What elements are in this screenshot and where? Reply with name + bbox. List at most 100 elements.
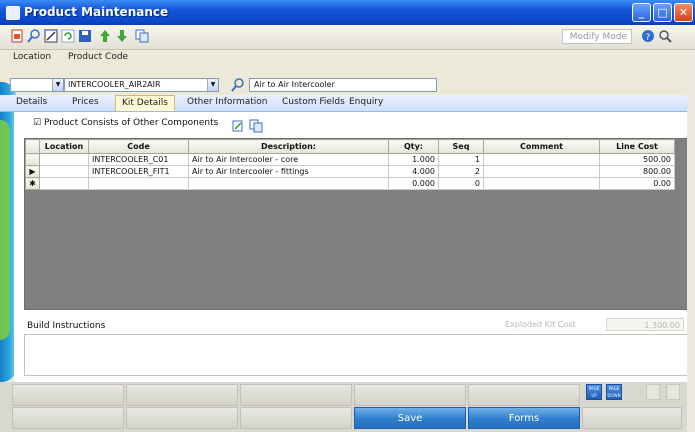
function-key-5[interactable]	[468, 384, 580, 406]
column-header[interactable]: Line Cost	[599, 139, 675, 154]
down-arrow-icon[interactable]	[115, 29, 129, 43]
up-arrow-icon[interactable]	[98, 29, 112, 43]
column-header[interactable]: Seq	[438, 139, 484, 154]
description-cell[interactable]: Air to Air Intercooler - fittings	[188, 165, 389, 178]
qty-cell[interactable]: 0.000	[388, 177, 439, 190]
save-icon[interactable]	[78, 29, 92, 43]
comment-cell[interactable]	[483, 177, 600, 190]
function-key-6[interactable]	[12, 407, 124, 429]
exploded-kit-cost-label: Exploded Kit Cost	[505, 320, 576, 329]
side-decoration-green	[0, 120, 10, 340]
line-cost-cell[interactable]: 800.00	[599, 165, 675, 178]
tab-bar: Details Prices Kit Details Other Informa…	[0, 95, 695, 112]
location-label: Location	[13, 52, 52, 62]
product-code-value: INTERCOOLER_AIR2AIR	[68, 80, 161, 89]
function-key-2[interactable]	[126, 384, 238, 406]
lookup-icon[interactable]	[231, 78, 245, 92]
tab-details[interactable]: Details	[16, 97, 47, 107]
tab-custom-fields[interactable]: Custom Fields	[282, 97, 345, 107]
page-up-button[interactable]: PAGE UP	[586, 384, 602, 400]
description-field[interactable]: Air to Air Intercooler	[249, 78, 437, 92]
column-header[interactable]: Description:	[188, 139, 389, 154]
title-bar: Product Maintenance _ □ ✕	[0, 0, 695, 25]
code-cell[interactable]: INTERCOOLER_C01	[88, 153, 189, 166]
app-icon	[6, 6, 20, 20]
row-selector[interactable]	[25, 153, 40, 166]
save-button[interactable]: Save	[354, 407, 466, 429]
chevron-down-icon[interactable]: ▼	[52, 79, 63, 91]
function-key-3[interactable]	[240, 384, 352, 406]
function-key-1[interactable]	[12, 384, 124, 406]
page-down-button[interactable]: PAGE DOWN	[606, 384, 622, 400]
code-cell[interactable]: INTERCOOLER_FIT1	[88, 165, 189, 178]
kit-checkbox-row[interactable]: ☑ Product Consists of Other Components	[33, 118, 218, 128]
comment-cell[interactable]	[483, 153, 600, 166]
previous-button[interactable]	[646, 384, 660, 400]
function-key-11[interactable]	[582, 407, 682, 429]
next-button[interactable]	[666, 384, 680, 400]
tab-kit-details[interactable]: Kit Details	[115, 95, 175, 111]
search-icon[interactable]	[27, 29, 41, 43]
help-icon[interactable]: ?	[641, 29, 655, 43]
tab-enquiry[interactable]: Enquiry	[349, 97, 383, 107]
save-button-label: Save	[397, 413, 423, 424]
exploded-kit-cost-value: 1,300.00	[606, 318, 684, 331]
code-cell[interactable]	[88, 177, 189, 190]
kit-components-grid: Location Code Description: Qty: Seq Comm…	[24, 138, 688, 310]
function-key-8[interactable]	[240, 407, 352, 429]
column-header[interactable]: Location	[39, 139, 89, 154]
build-instructions-label: Build Instructions	[27, 321, 106, 331]
line-cost-cell[interactable]: 0.00	[599, 177, 675, 190]
column-header[interactable]: Code	[88, 139, 189, 154]
seq-cell[interactable]: 1	[438, 153, 484, 166]
table-row[interactable]: ▶ INTERCOOLER_FIT1 Air to Air Intercoole…	[25, 165, 675, 178]
product-code-label: Product Code	[68, 52, 129, 62]
svg-text:?: ?	[646, 33, 651, 43]
column-header[interactable]: Comment	[483, 139, 600, 154]
line-cost-cell[interactable]: 500.00	[599, 153, 675, 166]
column-header[interactable]: Qty:	[388, 139, 439, 154]
add-component-icon[interactable]	[231, 119, 245, 133]
maximize-button[interactable]: □	[653, 3, 672, 22]
table-row-new[interactable]: ✱ 0.000 0 0.00	[25, 177, 675, 190]
kit-checkbox-label: Product Consists of Other Components	[43, 118, 219, 128]
function-key-7[interactable]	[126, 407, 238, 429]
row-selector[interactable]: ▶	[25, 165, 40, 178]
minimize-button[interactable]: _	[632, 3, 651, 22]
refresh-icon[interactable]	[61, 29, 75, 43]
mode-indicator: Modify Mode	[562, 29, 632, 44]
tab-other-information[interactable]: Other Information	[187, 97, 268, 107]
qty-cell[interactable]: 4.000	[388, 165, 439, 178]
product-maintenance-window: Product Maintenance _ □ ✕ Modify Mode ? …	[0, 0, 695, 432]
vertical-scrollbar[interactable]	[687, 50, 695, 432]
new-icon[interactable]	[10, 29, 24, 43]
row-selector[interactable]: ✱	[25, 177, 40, 190]
table-row[interactable]: INTERCOOLER_C01 Air to Air Intercooler -…	[25, 153, 675, 166]
toolbar: Modify Mode ?	[0, 25, 695, 50]
description-cell[interactable]	[188, 177, 389, 190]
forms-button[interactable]: Forms	[468, 407, 580, 429]
description-cell[interactable]: Air to Air Intercooler - core	[188, 153, 389, 166]
location-combo[interactable]: ▼	[10, 78, 64, 92]
location-cell[interactable]	[39, 153, 89, 166]
forms-button-label: Forms	[508, 413, 540, 424]
location-cell[interactable]	[39, 177, 89, 190]
location-cell[interactable]	[39, 165, 89, 178]
function-key-4[interactable]	[354, 384, 466, 406]
product-code-combo[interactable]: INTERCOOLER_AIR2AIR ▼	[64, 78, 219, 92]
build-instructions-field[interactable]	[24, 334, 688, 376]
seq-cell[interactable]: 2	[438, 165, 484, 178]
seq-cell[interactable]: 0	[438, 177, 484, 190]
kit-table: Location Code Description: Qty: Seq Comm…	[25, 139, 675, 190]
copy-icon[interactable]	[135, 29, 149, 43]
close-button[interactable]: ✕	[674, 3, 693, 22]
find-icon[interactable]	[658, 29, 672, 43]
qty-cell[interactable]: 1.000	[388, 153, 439, 166]
chevron-down-icon[interactable]: ▼	[207, 79, 218, 91]
copy-component-icon[interactable]	[249, 119, 263, 133]
checkbox-checked-icon[interactable]: ☑	[33, 118, 41, 128]
comment-cell[interactable]	[483, 165, 600, 178]
row-selector-header	[25, 139, 40, 154]
tab-prices[interactable]: Prices	[72, 97, 99, 107]
edit-icon[interactable]	[44, 29, 58, 43]
